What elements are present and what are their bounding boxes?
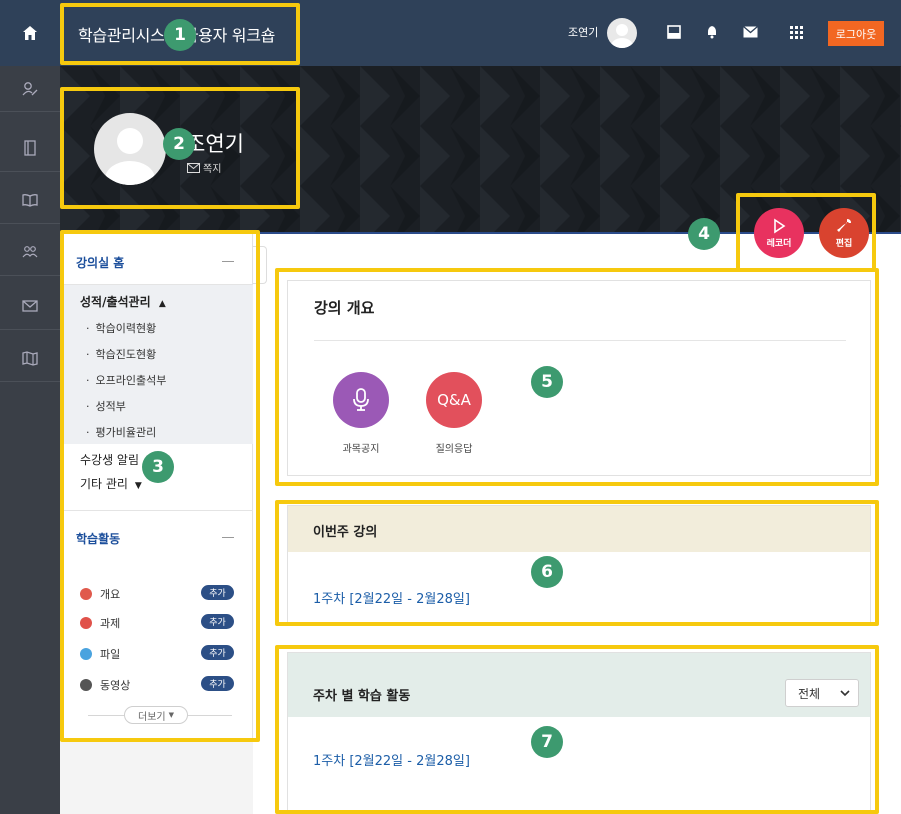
apps-grid-button[interactable] [786, 22, 806, 42]
annotation-box-6 [275, 500, 879, 626]
home-button[interactable] [0, 0, 60, 66]
annotation-box-4 [736, 193, 876, 272]
rail-map[interactable] [0, 334, 60, 382]
annotation-badge-6: 6 [531, 556, 563, 588]
envelope-icon [742, 26, 758, 38]
home-icon [23, 26, 37, 40]
rail-mail[interactable] [0, 282, 60, 330]
rail-book[interactable] [0, 176, 60, 224]
people-icon [22, 245, 38, 257]
mail-icon [22, 299, 38, 312]
rail-profile[interactable] [0, 66, 60, 112]
annotation-badge-3: 3 [142, 451, 174, 483]
grid-icon [789, 25, 803, 39]
nav-bottom-area [60, 742, 253, 814]
bell-icon [708, 26, 716, 39]
header-avatar[interactable] [607, 18, 637, 48]
annotation-badge-2: 2 [163, 128, 195, 160]
annotation-box-3 [60, 230, 260, 742]
user-edit-icon [22, 81, 38, 95]
map-icon [22, 350, 38, 366]
notebook-icon [24, 139, 36, 156]
rail-people[interactable] [0, 228, 60, 276]
annotation-box-5 [275, 268, 879, 486]
avatar-icon [611, 24, 633, 48]
book-open-icon [22, 193, 38, 207]
left-icon-rail [0, 0, 60, 814]
layout-icon [667, 25, 681, 39]
annotation-badge-4: 4 [688, 218, 720, 250]
rail-courses[interactable] [0, 124, 60, 172]
messages-button[interactable] [740, 22, 760, 42]
annotation-badge-1: 1 [164, 19, 196, 51]
header-user-name[interactable]: 조연기 [568, 24, 598, 40]
annotation-badge-7: 7 [531, 726, 563, 758]
annotation-badge-5: 5 [531, 366, 563, 398]
logout-button[interactable]: 로그아웃 [828, 21, 884, 46]
annotation-box-7 [275, 645, 879, 814]
notifications-button[interactable] [702, 22, 722, 42]
layout-toggle-button[interactable] [664, 22, 684, 42]
